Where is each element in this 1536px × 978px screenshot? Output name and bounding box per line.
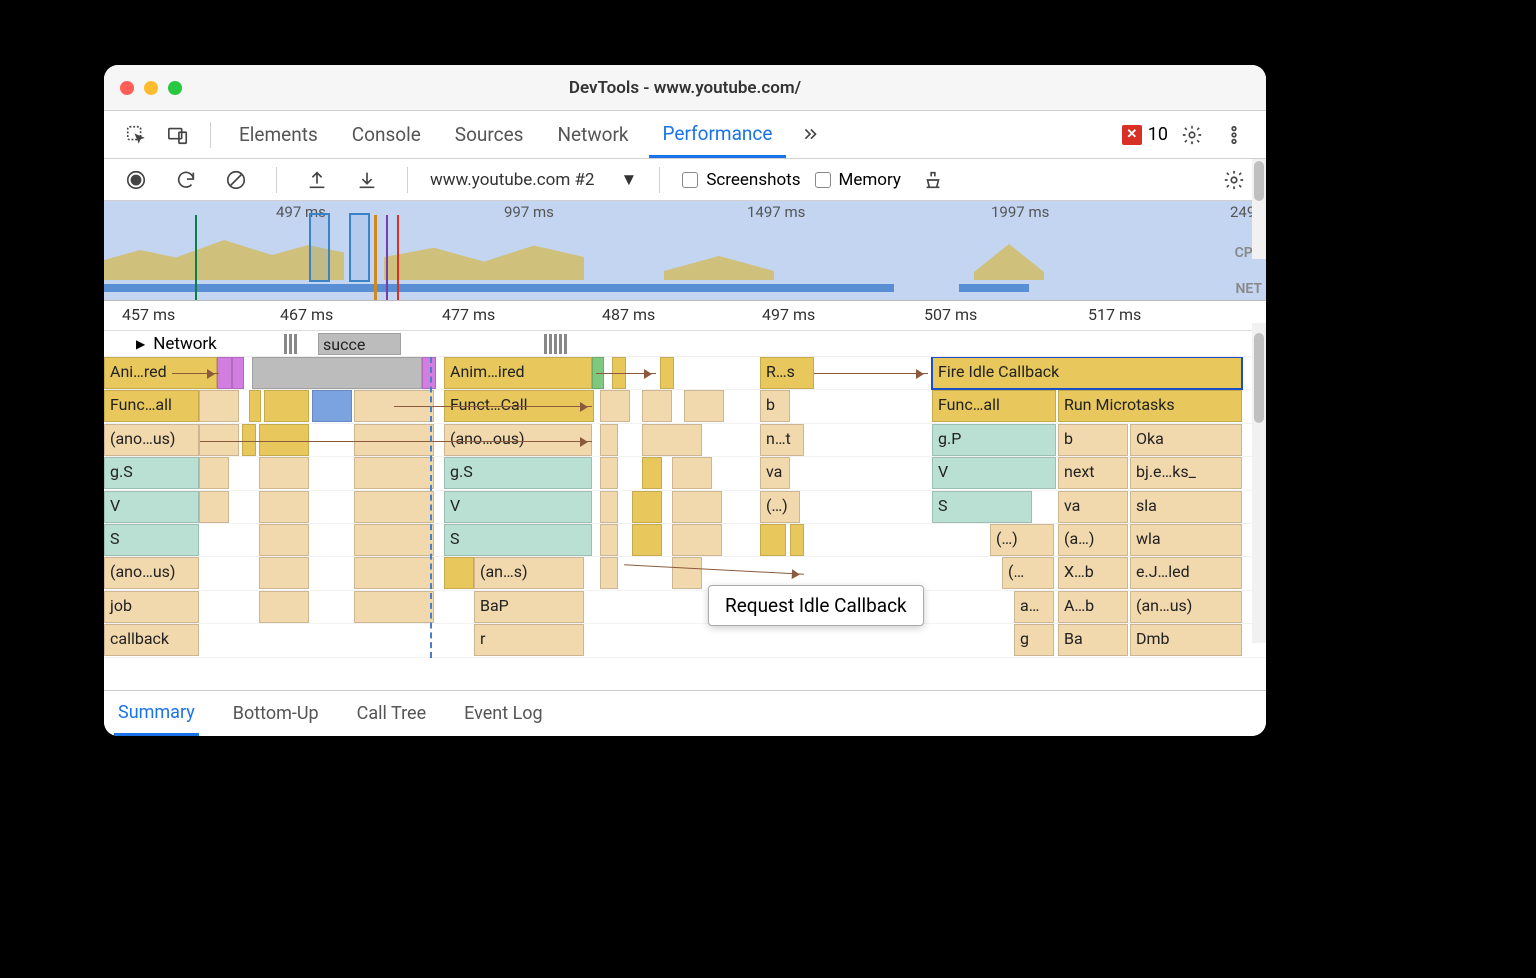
clear-icon[interactable] <box>218 162 254 198</box>
titlebar: DevTools - www.youtube.com/ <box>104 65 1266 111</box>
flame-chart[interactable]: Ani…red Anim…ired R…s Fire Idle Callback… <box>104 357 1266 658</box>
overview-selection-right[interactable] <box>349 213 370 282</box>
tab-calltree[interactable]: Call Tree <box>353 693 430 734</box>
tab-sources[interactable]: Sources <box>441 113 538 156</box>
download-icon[interactable] <box>349 162 385 198</box>
tab-elements[interactable]: Elements <box>225 113 332 156</box>
screenshots-checkbox[interactable]: Screenshots <box>682 170 800 190</box>
chevron-right-icon: ▶ <box>136 337 145 351</box>
net-label: NET <box>1235 281 1262 297</box>
window-title: DevTools - www.youtube.com/ <box>104 78 1266 98</box>
record-icon[interactable] <box>118 162 154 198</box>
perf-toolbar: www.youtube.com #2 ▼ Screenshots Memory <box>104 159 1266 201</box>
error-icon: ✕ <box>1122 125 1142 145</box>
inspect-icon[interactable] <box>118 117 154 153</box>
tooltip: Request Idle Callback <box>708 585 924 626</box>
more-tabs-icon[interactable] <box>792 117 828 153</box>
tab-network[interactable]: Network <box>543 113 642 156</box>
device-icon[interactable] <box>160 117 196 153</box>
zoom-icon[interactable] <box>168 81 182 95</box>
settings-icon[interactable] <box>1174 117 1210 153</box>
gc-icon[interactable] <box>915 162 951 198</box>
ruler[interactable]: 457 ms 467 ms 477 ms 487 ms 497 ms 507 m… <box>104 301 1266 331</box>
traffic-lights <box>120 81 182 95</box>
network-item[interactable]: succe <box>318 333 401 355</box>
divider <box>210 122 211 148</box>
reload-icon[interactable] <box>168 162 204 198</box>
scrollbar[interactable] <box>1252 159 1266 259</box>
tab-summary[interactable]: Summary <box>114 692 199 736</box>
flame-block[interactable]: R…s <box>760 357 814 389</box>
tab-bottomup[interactable]: Bottom-Up <box>229 693 323 734</box>
capture-settings-icon[interactable] <box>1216 162 1252 198</box>
flame-block-selected[interactable]: Fire Idle Callback <box>932 357 1242 389</box>
memory-checkbox[interactable]: Memory <box>815 170 901 190</box>
devtools-window: DevTools - www.youtube.com/ Elements Con… <box>104 65 1266 736</box>
error-count: 10 <box>1148 124 1168 145</box>
tab-console[interactable]: Console <box>338 113 435 156</box>
error-badge[interactable]: ✕ 10 <box>1122 124 1168 145</box>
playhead[interactable] <box>430 357 432 658</box>
tab-eventlog[interactable]: Event Log <box>460 693 547 734</box>
chevron-down-icon: ▼ <box>620 170 637 190</box>
scrollbar[interactable] <box>1252 323 1266 643</box>
flame-block[interactable]: Anim…ired <box>444 357 592 389</box>
close-icon[interactable] <box>120 81 134 95</box>
timeline-overview[interactable]: 497 ms 997 ms 1497 ms 1997 ms 249 CPU NE… <box>104 201 1266 301</box>
minimize-icon[interactable] <box>144 81 158 95</box>
kebab-icon[interactable] <box>1216 117 1252 153</box>
tab-performance[interactable]: Performance <box>649 112 787 158</box>
main-tabs: Elements Console Sources Network Perform… <box>104 111 1266 159</box>
network-track[interactable]: ▶ Network succe <box>104 331 1266 357</box>
recording-select[interactable]: www.youtube.com #2 ▼ <box>430 170 637 190</box>
network-label: Network <box>153 334 217 354</box>
overview-selection-left[interactable] <box>309 213 330 282</box>
upload-icon[interactable] <box>299 162 335 198</box>
details-tabs: Summary Bottom-Up Call Tree Event Log <box>104 690 1266 736</box>
